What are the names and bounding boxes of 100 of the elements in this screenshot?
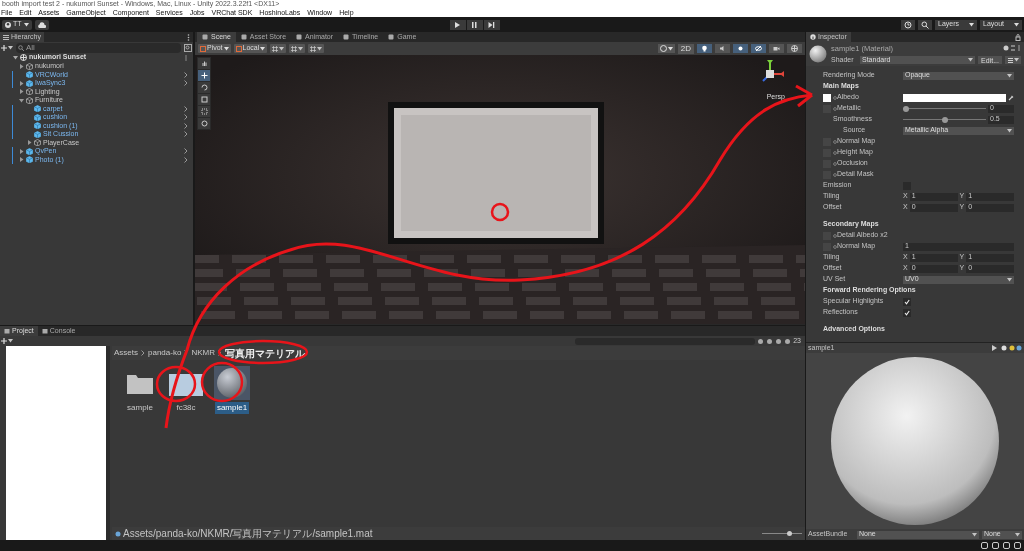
lock-icon[interactable] bbox=[1015, 33, 1021, 41]
history-button[interactable] bbox=[901, 19, 915, 30]
play-button[interactable] bbox=[449, 19, 466, 30]
expand-arrow-icon bbox=[13, 55, 18, 60]
snap-button[interactable] bbox=[289, 44, 306, 53]
scene-tool-button[interactable] bbox=[198, 58, 210, 69]
tool-icon bbox=[200, 72, 208, 79]
breadcrumb[interactable]: 写真用マテリアル bbox=[224, 345, 305, 361]
material-sphere-icon bbox=[809, 45, 827, 63]
material-sphere-icon[interactable] bbox=[215, 366, 249, 400]
expand-arrow-icon[interactable] bbox=[19, 89, 24, 95]
caret-icon bbox=[317, 46, 323, 51]
grid-icon bbox=[310, 45, 317, 52]
tab-icon bbox=[343, 34, 350, 40]
annotation-circle bbox=[155, 365, 197, 403]
expand-arrow-icon[interactable] bbox=[19, 157, 24, 163]
plus-icon bbox=[1, 44, 7, 51]
light-button[interactable] bbox=[697, 44, 712, 53]
list-icon bbox=[1007, 57, 1013, 63]
tab-icon bbox=[388, 34, 395, 40]
info-icon bbox=[810, 34, 816, 40]
effects-button[interactable] bbox=[733, 44, 748, 53]
slider-thumb[interactable] bbox=[786, 530, 792, 536]
scene-tool-button[interactable] bbox=[198, 94, 210, 105]
slider[interactable] bbox=[903, 116, 986, 123]
breadcrumb[interactable]: NKMR bbox=[191, 347, 215, 359]
slider-thumb[interactable] bbox=[941, 116, 948, 123]
checkbox[interactable] bbox=[903, 308, 911, 317]
preview-controls[interactable] bbox=[992, 345, 1022, 351]
search-icon bbox=[18, 44, 24, 51]
expand-arrow-icon[interactable] bbox=[19, 80, 24, 86]
cloud-icon bbox=[37, 21, 47, 28]
tab-icon bbox=[202, 34, 208, 40]
clock-icon bbox=[904, 20, 912, 29]
eye-slash-icon bbox=[755, 45, 762, 52]
2d-toggle[interactable]: 2D bbox=[677, 43, 694, 54]
caret-icon bbox=[260, 46, 266, 51]
pivot-icon bbox=[235, 45, 242, 52]
step-button[interactable] bbox=[483, 19, 500, 30]
globe-icon bbox=[791, 45, 798, 52]
expand-arrow-icon[interactable] bbox=[19, 148, 24, 154]
snap-button[interactable] bbox=[270, 44, 287, 53]
caret-icon bbox=[298, 46, 304, 51]
add-button[interactable] bbox=[1, 338, 13, 344]
camera-icon bbox=[773, 45, 780, 52]
caret-icon bbox=[667, 46, 673, 51]
search-field[interactable]: All bbox=[16, 42, 181, 53]
list-menu-button[interactable] bbox=[1005, 56, 1021, 65]
grid-icon bbox=[272, 45, 279, 52]
search-button[interactable] bbox=[918, 19, 932, 30]
list-icon bbox=[3, 34, 9, 40]
effects-icon bbox=[737, 45, 744, 52]
search-icon bbox=[921, 20, 929, 29]
pause-button[interactable] bbox=[466, 19, 483, 30]
gizmos-button[interactable] bbox=[787, 44, 802, 53]
expand-arrow-icon[interactable] bbox=[19, 63, 24, 69]
search-scope-icon bbox=[184, 43, 192, 52]
tab-icon bbox=[296, 34, 303, 40]
visibility-button[interactable] bbox=[751, 44, 766, 53]
add-button[interactable] bbox=[1, 44, 13, 51]
audio-button[interactable] bbox=[715, 44, 730, 53]
caret-icon bbox=[23, 22, 29, 27]
pivot-icon bbox=[200, 45, 206, 52]
scene-tool-button[interactable] bbox=[198, 118, 210, 129]
user-icon bbox=[5, 21, 11, 28]
chevron-right-icon bbox=[217, 350, 222, 356]
eyedropper-icon[interactable] bbox=[1008, 94, 1014, 101]
header-icons[interactable] bbox=[1003, 45, 1021, 52]
scene-tool-button[interactable] bbox=[198, 106, 210, 117]
chevron-right-icon bbox=[141, 350, 145, 356]
lightbulb-icon bbox=[701, 45, 708, 52]
color-field[interactable] bbox=[903, 93, 1006, 102]
slider-thumb[interactable] bbox=[903, 105, 909, 112]
shading-button[interactable] bbox=[657, 44, 675, 53]
breadcrumb[interactable]: panda-ko bbox=[148, 347, 182, 359]
breadcrumb[interactable]: Assets bbox=[114, 347, 138, 359]
asset-name[interactable]: fc38c bbox=[174, 402, 198, 414]
asset-name[interactable]: sample bbox=[125, 402, 155, 414]
camera-button[interactable] bbox=[769, 44, 784, 53]
caret-icon bbox=[1013, 58, 1019, 63]
snap-button[interactable] bbox=[308, 44, 325, 53]
unity-scene-icon bbox=[20, 54, 27, 61]
zoom-slider[interactable] bbox=[762, 530, 802, 537]
sphere-icon bbox=[659, 45, 667, 52]
speaker-icon bbox=[719, 45, 726, 52]
expand-arrow-icon[interactable] bbox=[19, 97, 24, 103]
scene-tool-button[interactable] bbox=[198, 82, 210, 93]
expand-arrow-icon[interactable] bbox=[27, 140, 32, 146]
caret-icon bbox=[969, 22, 974, 27]
cloud-button[interactable] bbox=[34, 19, 49, 30]
checkbox[interactable] bbox=[903, 297, 911, 306]
caret-icon bbox=[279, 46, 285, 51]
caret-icon bbox=[8, 339, 13, 343]
scene-tool-button[interactable] bbox=[198, 70, 210, 81]
annotation-circle bbox=[490, 202, 510, 222]
folder-icon bbox=[4, 328, 10, 334]
grid-icon bbox=[291, 45, 298, 52]
slider[interactable] bbox=[903, 105, 986, 112]
tab-icon bbox=[240, 34, 247, 40]
asset-name[interactable]: sample1 bbox=[214, 402, 250, 414]
